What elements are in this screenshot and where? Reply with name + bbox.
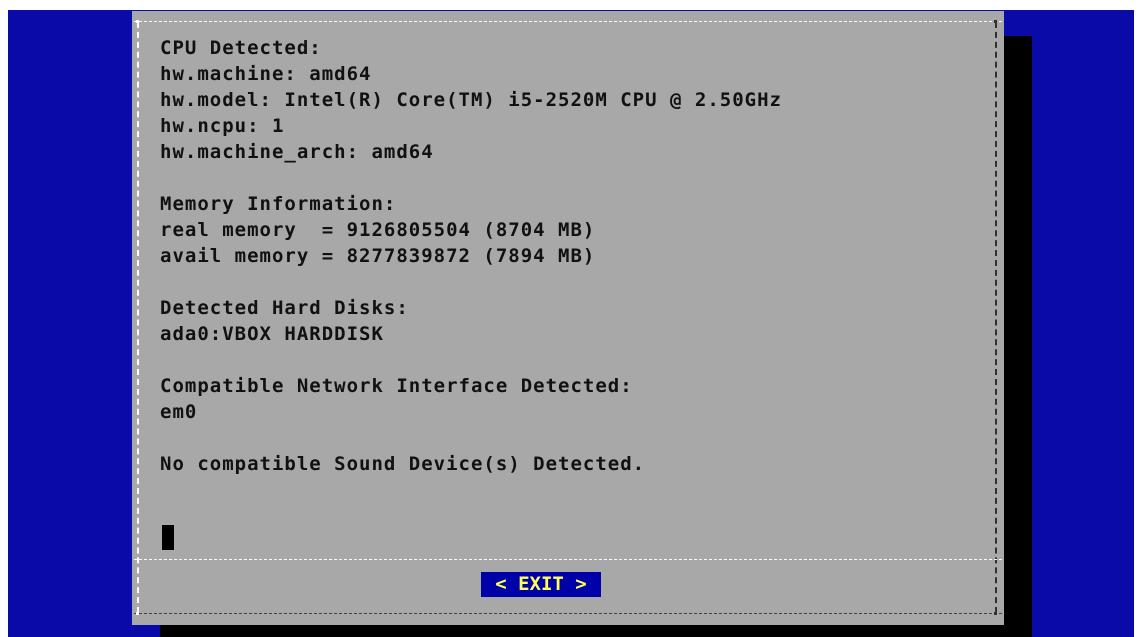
info-line: Detected Hard Disks: xyxy=(160,297,409,319)
dialog-corner-top-left xyxy=(136,20,139,23)
dialog-top-border xyxy=(134,21,1002,22)
dialog-bottom-border xyxy=(134,613,1002,614)
info-line: No compatible Sound Device(s) Detected. xyxy=(160,453,646,475)
info-line: CPU Detected: xyxy=(160,37,322,59)
exit-button[interactable]: < EXIT > xyxy=(481,572,601,597)
info-line: hw.machine: amd64 xyxy=(160,63,372,85)
info-line: ada0:VBOX HARDDISK xyxy=(160,323,384,345)
info-line: Compatible Network Interface Detected: xyxy=(160,375,633,397)
info-line xyxy=(160,165,980,191)
system-info-dialog: CPU Detected: hw.machine: amd64 hw.model… xyxy=(132,11,1004,625)
dialog-corner-bottom-left xyxy=(136,612,139,615)
info-line: hw.machine_arch: amd64 xyxy=(160,141,434,163)
info-line xyxy=(160,347,980,373)
info-line: hw.model: Intel(R) Core(TM) i5-2520M CPU… xyxy=(160,89,782,111)
dialog-left-border xyxy=(137,22,139,613)
info-line xyxy=(160,425,980,451)
info-line: real memory = 9126805504 (8704 MB) xyxy=(160,219,596,241)
info-line: avail memory = 8277839872 (7894 MB) xyxy=(160,245,596,267)
dialog-corner-top-right xyxy=(994,20,997,23)
button-area-separator xyxy=(134,559,1002,560)
dialog-right-border xyxy=(995,22,997,613)
info-line: em0 xyxy=(160,401,198,423)
system-info-text: CPU Detected: hw.machine: amd64 hw.model… xyxy=(160,35,980,477)
info-line xyxy=(160,269,980,295)
info-line: hw.ncpu: 1 xyxy=(160,115,285,137)
info-line: Memory Information: xyxy=(160,193,397,215)
dialog-corner-bottom-right xyxy=(994,612,997,615)
text-cursor xyxy=(162,525,174,550)
